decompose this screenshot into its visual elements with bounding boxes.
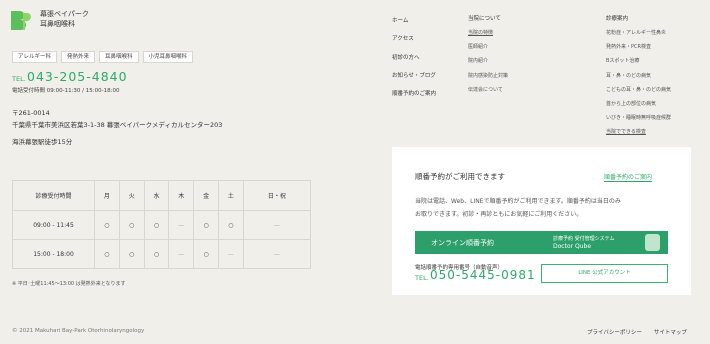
line-account-button[interactable]: LINE 公式アカウント (541, 264, 668, 283)
nav-service-item[interactable]: 耳・鼻・のどの病気 (606, 69, 671, 83)
schedule-table: 診療受付時間 月 火 水 木 金 土 日・祝 09:00 - 11:45 ○ ○… (12, 180, 312, 269)
schedule-cell: ○ (94, 210, 120, 240)
schedule-header: 水 (143, 180, 170, 211)
banner-system: 診療予約 受付管理システム Doctor Qube (553, 236, 614, 250)
schedule-cell: ○ (143, 210, 170, 240)
department-tags: アレルギー科 発熱外来 耳鼻咽喉科 小児耳鼻咽喉科 (12, 51, 194, 63)
schedule-cell: ○ (143, 239, 170, 269)
schedule-header: 診療受付時間 (12, 180, 95, 211)
nav-service-item[interactable]: 首から上の部位の病気 (606, 97, 671, 111)
schedule-header: 金 (193, 180, 219, 211)
schedule-header: 日・祝 (242, 180, 312, 211)
tel-prefix: TEL. (12, 75, 26, 83)
schedule-cell: — (168, 239, 195, 269)
nav-first-visit[interactable]: 初診の方へ (392, 49, 436, 67)
table-row: 09:00 - 11:45 ○ ○ ○ — ○ ○ — (12, 210, 312, 240)
footer-nav-main: ホーム アクセス 初診の方へ お知らせ・ブログ 順番予約のご案内 (392, 12, 436, 103)
schedule-header-row: 診療受付時間 月 火 水 木 金 土 日・祝 (12, 180, 312, 211)
reservation-description: お取りできます。初診・再診ともにお気軽にご利用ください。 (415, 211, 583, 218)
tag-ent: 耳鼻咽喉科 (99, 51, 139, 63)
schedule-time: 15:00 - 18:00 (12, 239, 95, 269)
nav-about-facility[interactable]: 院内紹介 (468, 54, 508, 68)
banner-label: オンライン順番予約 (431, 238, 494, 247)
schedule-note: ※ 平日･土曜11:45〜13:00 は発熱外来となります (12, 281, 126, 287)
tel-hours: 電話受付時間 09:00-11:30 / 15:00-18:00 (12, 88, 120, 94)
schedule-header: 土 (217, 180, 244, 211)
tag-allergy: アレルギー科 (12, 51, 58, 63)
nav-home[interactable]: ホーム (392, 12, 436, 30)
reservation-guide-link[interactable]: 順番予約のご案内 (604, 172, 653, 182)
online-reservation-banner[interactable]: オンライン順番予約 診療予約 受付管理システム Doctor Qube (415, 231, 668, 254)
reservation-title: 順番予約がご利用できます (415, 172, 505, 181)
nav-service-item[interactable]: 花粉症・アレルギー性鼻炎 (606, 26, 671, 40)
access-info: 海浜幕張駅徒歩15分 (12, 138, 73, 146)
tag-pediatric-ent: 小児耳鼻咽喉科 (142, 51, 194, 63)
nav-service-item[interactable]: こどもの耳・鼻・のどの病気 (606, 83, 671, 97)
address: 千葉県千葉市美浜区若葉3-1-38 幕張ベイパークメディカルセンター203 (12, 121, 223, 129)
footer-nav-services: 診療案内 花粉症・アレルギー性鼻炎 発熱外来・PCR検査 Bスポット治療 耳・鼻… (606, 12, 671, 140)
tag-fever: 発熱外来 (61, 51, 96, 63)
footer-nav-about: 当院について 当院の特徴 医師紹介 院内紹介 院内感染防止対策 伝達会について (468, 12, 508, 97)
reservation-phone-number[interactable]: 050-5445-0981 (430, 268, 536, 282)
clinic-name[interactable]: 幕張ベイパーク (40, 10, 89, 19)
nav-news-blog[interactable]: お知らせ・ブログ (392, 67, 436, 85)
reservation-phone-prefix: TEL. (415, 274, 429, 282)
schedule-cell: — (217, 239, 244, 269)
schedule-time: 09:00 - 11:45 (12, 210, 95, 240)
footer-links: プライバシーポリシー サイトマップ (587, 328, 687, 336)
doctor-qube-icon (645, 234, 660, 251)
schedule-cell: ○ (217, 210, 244, 240)
schedule-cell: ○ (118, 239, 145, 269)
nav-service-item[interactable]: 当院でできる検査 (606, 125, 671, 139)
schedule-cell: — (168, 210, 195, 240)
clinic-subtitle[interactable]: 耳鼻咽喉科 (40, 20, 75, 29)
schedule-cell: ○ (118, 210, 145, 240)
nav-about-infection[interactable]: 院内感染防止対策 (468, 69, 508, 83)
table-row: 15:00 - 18:00 ○ ○ ○ — ○ — — (12, 239, 312, 269)
nav-about-features[interactable]: 当院の特徴 (468, 26, 508, 40)
schedule-header: 火 (118, 180, 145, 211)
tel-number[interactable]: 043-205-4840 (27, 69, 128, 84)
copyright: © 2021 Makuhari Bay-Park Otorhinolaryngo… (12, 328, 145, 334)
schedule-cell: ○ (193, 239, 219, 269)
banner-system-name: Doctor Qube (553, 242, 592, 250)
nav-service-item[interactable]: Bスポット治療 (606, 54, 671, 68)
schedule-header: 月 (94, 180, 120, 211)
sitemap-link[interactable]: サイトマップ (654, 328, 687, 336)
nav-about-meeting[interactable]: 伝達会について (468, 83, 508, 97)
nav-service-item[interactable]: 発熱外来・PCR検査 (606, 40, 671, 54)
schedule-header: 木 (168, 180, 195, 211)
nav-access[interactable]: アクセス (392, 30, 436, 48)
clinic-logo-icon[interactable] (11, 9, 36, 32)
nav-about[interactable]: 当院について (468, 12, 508, 26)
reservation-description: 当院は電話、Web、LINEで順番予約がご利用できます。順番予約は当日のみ (415, 198, 621, 205)
nav-about-doctor[interactable]: 医師紹介 (468, 40, 508, 54)
schedule-cell: ○ (193, 210, 219, 240)
schedule-cell: — (242, 210, 312, 240)
nav-reservation-guide[interactable]: 順番予約のご案内 (392, 85, 436, 103)
schedule-cell: ○ (94, 239, 120, 269)
schedule-cell: — (242, 239, 312, 269)
nav-service-item[interactable]: いびき・睡眠時無呼吸症候群 (606, 111, 671, 125)
banner-system-line: 診療予約 受付管理システム (553, 235, 615, 242)
nav-services[interactable]: 診療案内 (606, 12, 671, 26)
postal-code: 〒261-0014 (12, 109, 50, 117)
privacy-policy-link[interactable]: プライバシーポリシー (587, 328, 642, 336)
